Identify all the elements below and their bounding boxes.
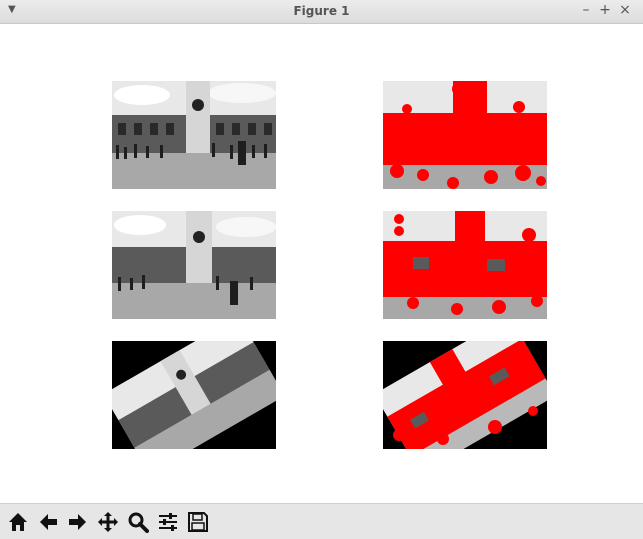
pan-button[interactable] — [95, 509, 121, 535]
navigation-toolbar — [0, 503, 643, 539]
title-bar: ▼ Figure 1 – + × — [0, 0, 643, 24]
home-icon — [9, 513, 27, 531]
scaled-image — [112, 211, 276, 319]
window-title: Figure 1 — [293, 4, 350, 18]
sliders-icon — [159, 513, 177, 531]
original-keypoints — [383, 81, 547, 189]
back-button[interactable] — [35, 509, 61, 535]
minimize-icon[interactable]: – — [578, 2, 594, 18]
rotated-keypoints-axes[interactable] — [383, 341, 547, 449]
zoom-icon — [128, 512, 149, 533]
forward-button[interactable] — [65, 509, 91, 535]
original-image-axes[interactable] — [112, 81, 276, 189]
scaled-image-axes[interactable] — [112, 211, 276, 319]
scaled-keypoints — [383, 211, 547, 319]
original-image — [112, 81, 276, 189]
rotated-keypoints — [383, 341, 547, 449]
rotated-image — [112, 341, 276, 449]
arrow-left-icon — [40, 514, 57, 530]
scaled-keypoints-axes[interactable] — [383, 211, 547, 319]
home-button[interactable] — [5, 509, 31, 535]
rotated-image-axes[interactable] — [112, 341, 276, 449]
close-icon[interactable]: × — [617, 2, 633, 18]
figure-canvas[interactable] — [0, 24, 643, 503]
save-icon — [188, 512, 208, 532]
zoom-button[interactable] — [125, 509, 151, 535]
arrow-right-icon — [69, 514, 86, 530]
save-button[interactable] — [185, 509, 211, 535]
move-icon — [98, 512, 118, 532]
configure-subplots-button[interactable] — [155, 509, 181, 535]
maximize-icon[interactable]: + — [597, 2, 613, 18]
original-keypoints-axes[interactable] — [383, 81, 547, 189]
